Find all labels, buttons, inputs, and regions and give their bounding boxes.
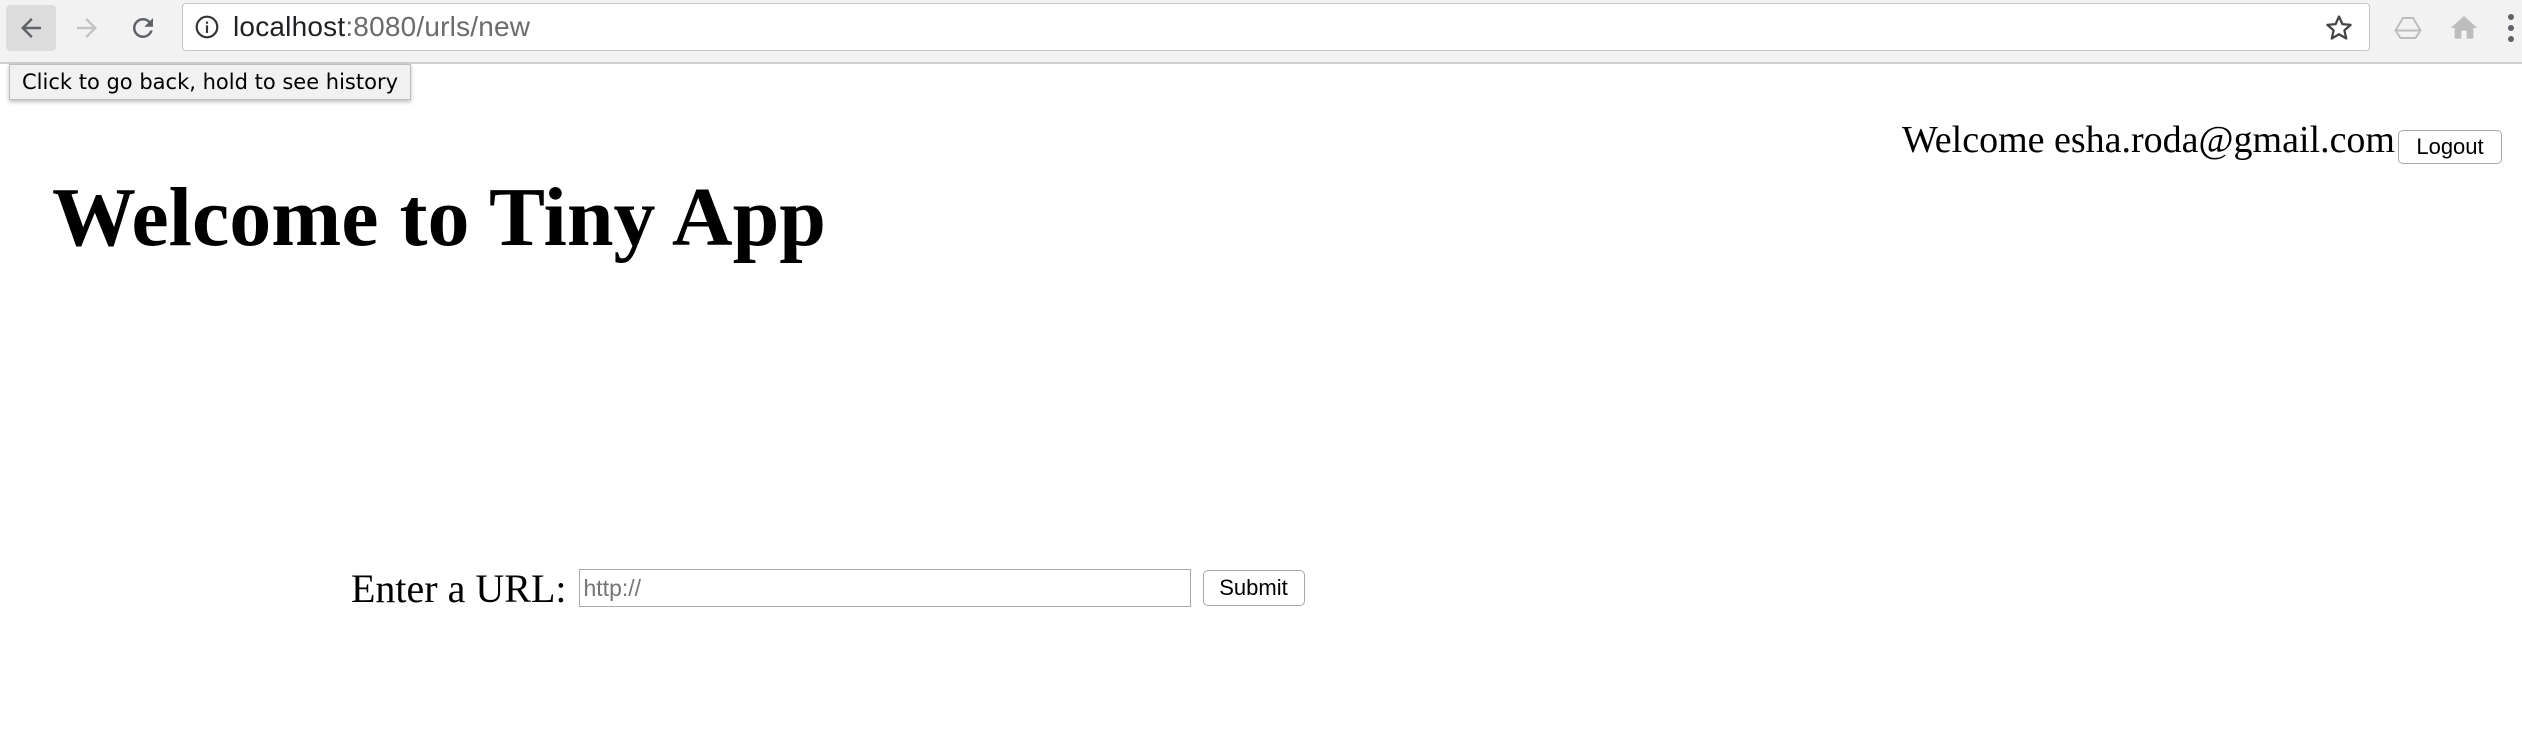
address-host: localhost — [233, 11, 346, 42]
back-button-tooltip: Click to go back, hold to see history — [9, 64, 412, 100]
info-icon[interactable] — [191, 11, 223, 43]
forward-button[interactable] — [62, 5, 112, 51]
drive-icon[interactable] — [2388, 8, 2428, 48]
star-icon[interactable] — [2321, 10, 2357, 46]
welcome-user-text: Welcome esha.roda@gmail.com — [1901, 119, 2395, 161]
url-input[interactable] — [578, 569, 1191, 607]
reload-icon — [132, 17, 153, 38]
url-label: Enter a URL: — [351, 565, 567, 611]
submit-button[interactable]: Submit — [1202, 570, 1305, 606]
address-bar[interactable]: localhost:8080/urls/new — [182, 3, 2370, 51]
home-icon[interactable] — [2444, 8, 2484, 48]
back-button[interactable] — [6, 5, 56, 51]
logout-button[interactable]: Logout — [2398, 130, 2502, 164]
kebab-menu-icon[interactable] — [2500, 8, 2522, 48]
page-title: Welcome to Tiny App — [52, 171, 827, 264]
back-arrow-icon — [21, 18, 41, 38]
browser-toolbar: localhost:8080/urls/new — [0, 0, 2522, 64]
new-url-form: Enter a URL: Submit — [351, 562, 1305, 614]
forward-arrow-icon — [77, 18, 97, 38]
address-url[interactable]: localhost:8080/urls/new — [233, 11, 530, 43]
reload-button[interactable] — [118, 5, 168, 51]
address-path: :8080/urls/new — [345, 11, 531, 42]
